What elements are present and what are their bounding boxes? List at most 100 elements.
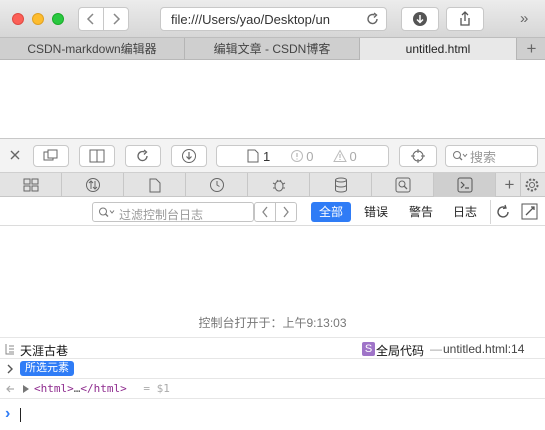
log-message-icon xyxy=(5,344,14,355)
prompt-chevron-icon: › xyxy=(5,405,11,422)
clock-icon xyxy=(209,178,224,192)
url-text[interactable]: file:///Users/yao/Desktop/un xyxy=(171,12,356,27)
split-panel-icon xyxy=(89,149,105,163)
console-prompt[interactable]: › xyxy=(0,403,545,427)
close-window-button[interactable] xyxy=(12,13,24,25)
download-icon xyxy=(413,12,427,26)
inspector-search-field[interactable]: 搜索 xyxy=(445,145,538,167)
level-all-button[interactable]: 全部 xyxy=(311,202,351,222)
console-filter-bar: 过滤控制台日志 全部 错误 警告 日志 xyxy=(0,198,545,226)
page-count: 1 xyxy=(263,148,271,164)
minimize-window-button[interactable] xyxy=(32,13,44,25)
download-archive-button[interactable] xyxy=(171,145,207,167)
text-cursor xyxy=(20,408,21,422)
page-icon xyxy=(247,149,259,163)
tab-bar: CSDN-markdown编辑器 编辑文章 - CSDN博客 untitled.… xyxy=(0,38,545,60)
element-picker-button[interactable] xyxy=(399,145,437,167)
reload-page-button[interactable] xyxy=(125,145,161,167)
chevron-left-icon xyxy=(262,206,268,218)
console-opened-message: 控制台打开于：上午9:13:03 xyxy=(198,316,347,330)
tab-edit-article[interactable]: 编辑文章 - CSDN博客 xyxy=(185,38,360,60)
html-result-row[interactable]: <html>…</html> = $1 xyxy=(0,379,545,399)
level-errors-button[interactable]: 错误 xyxy=(357,202,395,222)
search-icon xyxy=(453,151,468,161)
script-source-icon: S xyxy=(362,342,375,356)
downloads-button[interactable] xyxy=(401,7,439,31)
clear-console-icon[interactable] xyxy=(495,204,511,220)
level-logs-button[interactable]: 日志 xyxy=(446,202,484,222)
tab-search[interactable] xyxy=(372,173,434,197)
reload-icon xyxy=(137,149,148,162)
inspector-toolbar: 1 0 0 搜索 xyxy=(0,139,545,173)
selected-element-row[interactable]: 所选元素 xyxy=(0,359,545,379)
chevron-right-icon xyxy=(283,206,289,218)
disclosure-triangle-icon[interactable] xyxy=(22,384,30,394)
detach-inspector-button[interactable] xyxy=(33,145,69,167)
forward-button[interactable] xyxy=(103,7,129,31)
web-content-area[interactable] xyxy=(0,61,545,139)
tab-label: CSDN-markdown编辑器 xyxy=(27,42,157,56)
tab-network[interactable] xyxy=(62,173,124,197)
dock-side-button[interactable] xyxy=(79,145,115,167)
tab-csdn-markdown[interactable]: CSDN-markdown编辑器 xyxy=(0,38,185,60)
tab-resources[interactable] xyxy=(124,173,186,197)
new-tab-button[interactable]: + xyxy=(518,38,545,60)
document-icon xyxy=(149,178,160,192)
search-placeholder: 搜索 xyxy=(470,149,497,165)
share-button[interactable] xyxy=(446,7,484,31)
window-title-bar: file:///Users/yao/Desktop/un » xyxy=(0,0,545,38)
divider xyxy=(490,200,491,224)
tab-storage[interactable] xyxy=(310,173,372,197)
network-icon xyxy=(85,178,100,192)
tab-debugger[interactable] xyxy=(248,173,310,197)
previous-match-button[interactable] xyxy=(254,202,276,222)
result-arrow-icon xyxy=(6,385,14,393)
close-inspector-icon[interactable] xyxy=(8,148,22,162)
html-open-tag: <html> xyxy=(34,382,74,395)
zoom-window-button[interactable] xyxy=(52,13,64,25)
log-source-separator: — xyxy=(430,342,442,356)
tab-elements[interactable] xyxy=(0,173,62,197)
log-source-scope[interactable]: 全局代码 xyxy=(376,342,424,359)
html-close-tag: </html> xyxy=(80,382,127,395)
tab-console[interactable] xyxy=(434,173,496,197)
console-log-row[interactable]: 天涯古巷 S 全局代码 — untitled.html:14 xyxy=(0,337,545,359)
error-count: 0 xyxy=(306,148,314,164)
tab-label: untitled.html xyxy=(405,42,471,56)
back-button[interactable] xyxy=(78,7,104,31)
inspector-tab-bar: + xyxy=(0,173,545,197)
reload-icon[interactable] xyxy=(366,12,380,26)
address-bar[interactable]: file:///Users/yao/Desktop/un xyxy=(160,7,387,31)
warning-count: 0 xyxy=(349,148,357,164)
tab-untitled[interactable]: untitled.html xyxy=(360,38,517,60)
elements-icon xyxy=(23,178,38,192)
log-message-text: 天涯古巷 xyxy=(20,344,69,358)
level-warnings-button[interactable]: 警告 xyxy=(402,202,440,222)
next-match-button[interactable] xyxy=(275,202,297,222)
error-circle-icon xyxy=(291,150,304,162)
download-circle-icon xyxy=(182,149,196,163)
share-icon xyxy=(460,11,470,26)
selected-element-badge: 所选元素 xyxy=(20,361,74,376)
windows-icon xyxy=(43,149,58,161)
tab-timelines[interactable] xyxy=(186,173,248,197)
html-result-var: = $1 xyxy=(143,382,170,395)
show-console-drawer-icon[interactable] xyxy=(521,203,539,220)
console-output: 控制台打开于：上午9:13:03 天涯古巷 S 全局代码 — untitled.… xyxy=(0,227,545,430)
database-icon xyxy=(334,177,347,193)
filter-placeholder: 过滤控制台日志 xyxy=(119,208,204,222)
chevron-right-icon xyxy=(113,13,121,25)
bug-icon xyxy=(272,179,285,192)
chevron-left-icon xyxy=(86,13,94,25)
settings-gear-icon[interactable] xyxy=(524,177,540,193)
crosshair-icon xyxy=(411,149,425,163)
console-icon xyxy=(457,177,472,193)
html-node[interactable]: <html>…</html> = $1 xyxy=(34,382,170,395)
overflow-chevron-icon[interactable]: » xyxy=(520,10,528,27)
log-source-link[interactable]: untitled.html:14 xyxy=(443,342,524,356)
filter-search-icon xyxy=(99,207,115,217)
console-filter-input[interactable]: 过滤控制台日志 xyxy=(92,202,254,222)
add-tab-button[interactable]: + xyxy=(499,173,521,197)
warning-triangle-icon xyxy=(333,149,348,162)
activity-viewer[interactable]: 1 0 0 xyxy=(216,145,389,167)
